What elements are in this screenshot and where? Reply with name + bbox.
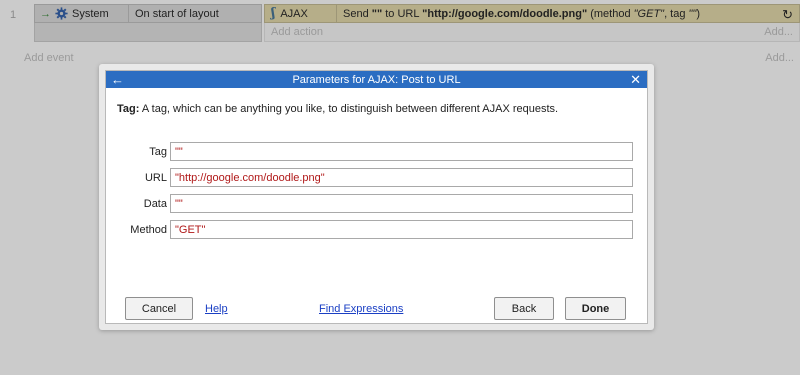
action-block[interactable]: ʃ AJAX Send "" to URL "http://google.com…	[264, 4, 800, 23]
help-link[interactable]: Help	[205, 303, 228, 315]
add-action-row[interactable]: Add action Add...	[264, 23, 800, 42]
condition-empty-area[interactable]	[34, 23, 262, 42]
method-field-row: Method	[106, 220, 649, 240]
done-button[interactable]: Done	[565, 297, 626, 320]
action-object[interactable]: ʃ AJAX	[265, 5, 337, 22]
url-label: URL	[144, 172, 167, 184]
dialog-title: Parameters for AJAX: Post to URL	[292, 73, 461, 86]
add-action-link[interactable]: Add action	[271, 26, 323, 38]
condition-object[interactable]: → System	[35, 5, 129, 22]
data-field-row: Data	[106, 194, 649, 214]
add-event-link[interactable]: Add event	[24, 52, 74, 64]
data-input[interactable]	[170, 194, 633, 213]
condition-object-name: System	[72, 7, 109, 20]
condition-text: On start of layout	[135, 7, 219, 20]
condition-block[interactable]: → System On start of layout	[34, 4, 262, 23]
dialog-titlebar: ← Parameters for AJAX: Post to URL ✕	[106, 71, 647, 88]
add-event-more-link[interactable]: Add...	[765, 52, 794, 64]
parameter-hint: Tag: A tag, which can be anything you li…	[117, 103, 559, 115]
back-arrow-icon[interactable]: ←	[111, 71, 124, 88]
trigger-arrow-icon: →	[40, 7, 51, 20]
parameters-dialog-frame: ← Parameters for AJAX: Post to URL ✕ Tag…	[99, 64, 654, 330]
close-icon[interactable]: ✕	[630, 71, 641, 88]
find-expressions-link[interactable]: Find Expressions	[319, 303, 403, 315]
tag-field-row: Tag	[106, 142, 649, 162]
action-object-name: AJAX	[280, 7, 308, 20]
ajax-icon: ʃ	[271, 6, 276, 21]
url-field-row: URL	[106, 168, 649, 188]
data-label: Data	[143, 198, 167, 210]
tag-input[interactable]	[170, 142, 633, 161]
add-action-more-link[interactable]: Add...	[764, 26, 793, 38]
back-button[interactable]: Back	[494, 297, 554, 320]
async-wait-icon: ↻	[782, 7, 793, 22]
method-input[interactable]	[170, 220, 633, 239]
parameters-dialog: ← Parameters for AJAX: Post to URL ✕ Tag…	[105, 70, 648, 324]
tag-label: Tag	[149, 146, 167, 158]
gear-icon	[55, 7, 68, 20]
cancel-button[interactable]: Cancel	[125, 297, 193, 320]
event-row-number: 1	[10, 9, 17, 21]
method-label: Method	[130, 224, 167, 236]
url-input[interactable]	[170, 168, 633, 187]
action-text: Send "" to URL "http://google.com/doodle…	[343, 7, 701, 20]
